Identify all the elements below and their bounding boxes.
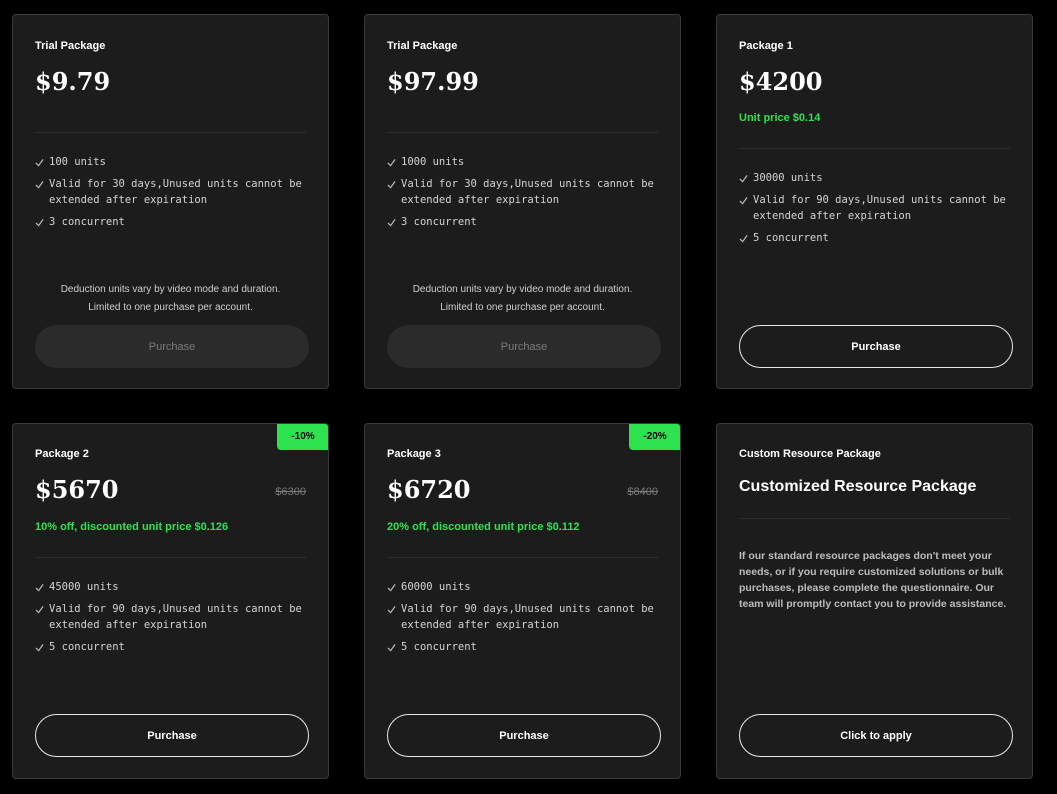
discount-badge: -10% (277, 424, 328, 450)
original-price: $6300 (275, 486, 306, 498)
package-price: $4200 (739, 67, 823, 96)
purchase-button[interactable]: Purchase (387, 325, 661, 368)
custom-package-title: Customized Resource Package (739, 478, 977, 495)
feature-list: 45000 units Valid for 90 days,Unused uni… (35, 579, 310, 661)
package-price: $97.99 (387, 67, 479, 96)
package-name: Package 1 (739, 40, 793, 52)
check-icon (35, 159, 44, 167)
feature-list: 30000 units Valid for 90 days,Unused uni… (739, 170, 1014, 252)
feature-item: 3 concurrent (387, 214, 662, 230)
check-icon (387, 644, 396, 652)
feature-item: 30000 units (739, 170, 1014, 186)
divider (739, 148, 1010, 149)
package-name: Package 2 (35, 448, 89, 460)
discount-note: 10% off, discounted unit price $0.126 (35, 521, 229, 533)
check-icon (35, 644, 44, 652)
feature-item: 60000 units (387, 579, 662, 595)
divider (35, 132, 306, 133)
feature-item: 100 units (35, 154, 310, 170)
feature-item: 5 concurrent (35, 639, 310, 655)
package-card-3: -20% Package 3 $6720 $8400 20% off, disc… (364, 423, 681, 779)
feature-item: 5 concurrent (739, 230, 1014, 246)
purchase-button[interactable]: Purchase (35, 325, 309, 368)
apply-button[interactable]: Click to apply (739, 714, 1013, 757)
package-price: $6720 (387, 475, 471, 504)
check-icon (739, 235, 748, 243)
feature-item: Valid for 90 days,Unused units cannot be… (387, 601, 662, 633)
check-icon (739, 197, 748, 205)
purchase-notice: Deduction units vary by video mode and d… (60, 284, 281, 313)
unit-price-note: Unit price $0.14 (739, 112, 821, 124)
feature-item: Valid for 90 days,Unused units cannot be… (739, 192, 1014, 224)
purchase-button[interactable]: Purchase (35, 714, 309, 757)
feature-list: 60000 units Valid for 90 days,Unused uni… (387, 579, 662, 661)
check-icon (35, 181, 44, 189)
check-icon (387, 219, 396, 227)
check-icon (35, 219, 44, 227)
feature-item: 3 concurrent (35, 214, 310, 230)
custom-package-description: If our standard resource packages don't … (739, 550, 1007, 610)
check-icon (739, 175, 748, 183)
check-icon (35, 584, 44, 592)
check-icon (387, 584, 396, 592)
package-card-2: -10% Package 2 $5670 $6300 10% off, disc… (12, 423, 329, 779)
package-card-trial-1: Trial Package $9.79 100 units Valid for … (12, 14, 329, 389)
feature-item: Valid for 90 days,Unused units cannot be… (35, 601, 310, 633)
package-card-trial-2: Trial Package $97.99 1000 units Valid fo… (364, 14, 681, 389)
package-name: Package 3 (387, 448, 441, 460)
discount-badge: -20% (629, 424, 680, 450)
purchase-button[interactable]: Purchase (739, 325, 1013, 368)
package-price: $9.79 (35, 67, 111, 96)
feature-list: 1000 units Valid for 30 days,Unused unit… (387, 154, 662, 236)
package-name: Trial Package (387, 40, 458, 52)
check-icon (35, 606, 44, 614)
discount-note: 20% off, discounted unit price $0.112 (387, 521, 580, 533)
purchase-button[interactable]: Purchase (387, 714, 661, 757)
divider (387, 132, 658, 133)
check-icon (387, 159, 396, 167)
divider (387, 557, 658, 558)
original-price: $8400 (627, 486, 658, 498)
package-price: $5670 (35, 475, 119, 504)
purchase-notice: Deduction units vary by video mode and d… (412, 284, 633, 313)
feature-item: Valid for 30 days,Unused units cannot be… (387, 176, 662, 208)
divider (35, 557, 306, 558)
package-card-1: Package 1 $4200 Unit price $0.14 30000 u… (716, 14, 1033, 389)
feature-item: 45000 units (35, 579, 310, 595)
check-icon (387, 181, 396, 189)
feature-item: 1000 units (387, 154, 662, 170)
check-icon (387, 606, 396, 614)
package-name: Custom Resource Package (739, 448, 881, 460)
pricing-page: Trial Package $9.79 100 units Valid for … (0, 0, 1057, 794)
feature-list: 100 units Valid for 30 days,Unused units… (35, 154, 310, 236)
divider (739, 518, 1010, 519)
feature-item: 5 concurrent (387, 639, 662, 655)
feature-item: Valid for 30 days,Unused units cannot be… (35, 176, 310, 208)
package-card-custom: Custom Resource Package Customized Resou… (716, 423, 1033, 779)
package-name: Trial Package (35, 40, 106, 52)
